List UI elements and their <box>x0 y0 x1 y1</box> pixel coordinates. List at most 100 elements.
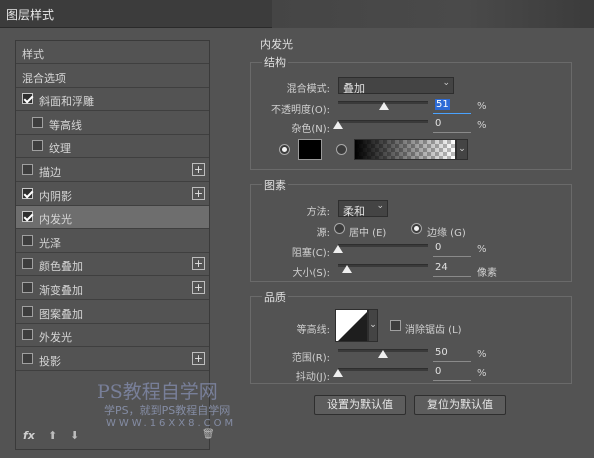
style-list-item[interactable]: 投影 + <box>16 348 209 371</box>
noise-input[interactable]: 0 <box>433 118 471 133</box>
style-list-item-label: 颜色叠加 <box>39 260 83 274</box>
elements-title: 图素 <box>262 177 288 193</box>
style-list-item-label: 描边 <box>39 166 61 179</box>
range-label: 范围(R): <box>291 353 330 364</box>
style-list-item[interactable]: 外发光 <box>16 324 209 348</box>
style-checkbox[interactable] <box>22 211 33 223</box>
jitter-label: 抖动(J): <box>295 372 330 383</box>
style-list-item-label: 内阴影 <box>39 189 72 203</box>
gradient-dropdown-chevron-icon[interactable]: ⌄ <box>456 139 468 160</box>
structure-title: 结构 <box>262 54 288 70</box>
contour-preview[interactable] <box>335 309 368 342</box>
style-list-item-label: 投影 <box>39 354 61 368</box>
set-default-button[interactable]: 设置为默认值 <box>314 395 406 415</box>
style-checkbox[interactable] <box>22 258 33 270</box>
style-list-item-label: 样式 <box>22 48 44 61</box>
jitter-unit: % <box>477 368 487 379</box>
jitter-input[interactable]: 0 <box>433 366 471 381</box>
add-effect-plus-icon[interactable]: + <box>192 281 205 294</box>
source-center-radio[interactable] <box>334 223 345 234</box>
size-slider-thumb[interactable] <box>342 265 352 273</box>
style-checkbox[interactable] <box>22 187 33 199</box>
style-list-item-label: 内发光 <box>39 213 72 227</box>
title-bar-background <box>272 0 594 28</box>
watermark-subtitle: 学PS，就到PS教程自学网 <box>104 404 231 417</box>
style-list-item[interactable]: 颜色叠加 + <box>16 253 209 277</box>
trash-icon[interactable]: 🗑 <box>202 429 215 440</box>
opacity-input[interactable]: 51 <box>433 99 471 114</box>
style-checkbox[interactable] <box>22 164 33 175</box>
method-label: 方法: <box>306 207 330 218</box>
source-center-label: 居中 (E) <box>349 228 387 239</box>
move-down-icon[interactable]: ⬇ <box>70 429 79 442</box>
style-list-item-label: 光泽 <box>39 236 61 250</box>
reset-default-button[interactable]: 复位为默认值 <box>414 395 506 415</box>
opacity-unit: % <box>477 101 487 112</box>
style-checkbox[interactable] <box>22 234 33 246</box>
blend-mode-value: 叠加 <box>343 82 365 95</box>
choke-unit: % <box>477 244 487 255</box>
quality-title: 品质 <box>262 289 288 305</box>
noise-slider-thumb[interactable] <box>333 121 343 129</box>
glow-color-swatch[interactable] <box>298 139 322 160</box>
fx-icon[interactable]: fx <box>23 429 35 442</box>
style-checkbox[interactable] <box>22 282 33 293</box>
style-list-item[interactable]: 图案叠加 <box>16 301 209 324</box>
choke-slider-thumb[interactable] <box>333 245 343 253</box>
range-input[interactable]: 50 <box>433 347 471 362</box>
style-checkbox[interactable] <box>32 140 43 152</box>
jitter-slider[interactable] <box>338 368 428 371</box>
source-edge-radio[interactable] <box>411 223 422 234</box>
choke-input[interactable]: 0 <box>433 242 471 257</box>
style-list-item[interactable]: 光泽 <box>16 230 209 253</box>
style-list-item[interactable]: 渐变叠加 + <box>16 277 209 300</box>
style-checkbox[interactable] <box>22 352 33 364</box>
style-list-item-label: 等高线 <box>49 118 82 132</box>
style-checkbox[interactable] <box>22 329 33 341</box>
contour-curve-icon <box>338 312 367 341</box>
add-effect-plus-icon[interactable]: + <box>192 186 205 200</box>
style-list-item[interactable]: 样式 <box>16 41 209 64</box>
chevron-down-icon: ⌄ <box>376 201 384 211</box>
blend-mode-label: 混合模式: <box>286 84 330 95</box>
style-list-item-label: 混合选项 <box>22 71 66 85</box>
style-list-item[interactable]: 纹理 <box>16 135 209 159</box>
style-list-item[interactable]: 斜面和浮雕 <box>16 88 209 112</box>
gradient-radio[interactable] <box>336 144 347 155</box>
noise-unit: % <box>477 120 487 131</box>
style-list-item[interactable]: 等高线 <box>16 112 209 135</box>
source-edge-label: 边缘 (G) <box>427 228 466 239</box>
source-label: 源: <box>316 228 330 239</box>
style-checkbox[interactable] <box>32 116 43 128</box>
add-effect-plus-icon[interactable]: + <box>192 257 205 271</box>
jitter-slider-thumb[interactable] <box>333 369 343 377</box>
style-list-item[interactable]: 混合选项 <box>16 65 209 88</box>
gradient-preview[interactable] <box>354 139 456 160</box>
style-checkbox[interactable] <box>22 305 33 317</box>
method-dropdown[interactable]: 柔和 ⌄ <box>338 200 388 218</box>
noise-slider[interactable] <box>338 120 428 123</box>
style-list-item[interactable]: 内发光 <box>16 206 209 230</box>
contour-dropdown-chevron-icon[interactable]: ⌄ <box>368 309 378 342</box>
style-list-item[interactable]: 内阴影 + <box>16 183 209 206</box>
move-up-icon[interactable]: ⬆ <box>48 429 57 442</box>
section-heading-inner-glow: 内发光 <box>258 36 295 52</box>
size-unit: 像素 <box>477 268 497 279</box>
noise-label: 杂色(N): <box>291 124 330 135</box>
style-checkbox[interactable] <box>22 93 33 105</box>
blend-mode-dropdown[interactable]: 叠加 ⌄ <box>338 77 454 95</box>
add-effect-plus-icon[interactable]: + <box>192 163 205 176</box>
size-input[interactable]: 24 <box>433 262 471 277</box>
color-radio[interactable] <box>279 144 290 155</box>
range-slider-thumb[interactable] <box>378 350 388 358</box>
choke-slider[interactable] <box>338 244 428 247</box>
contour-label: 等高线: <box>296 325 330 336</box>
opacity-slider-thumb[interactable] <box>378 102 389 110</box>
antialias-checkbox[interactable] <box>390 320 401 331</box>
range-unit: % <box>477 349 487 360</box>
size-label: 大小(S): <box>292 268 330 279</box>
opacity-label: 不透明度(O): <box>270 105 330 116</box>
add-effect-plus-icon[interactable]: + <box>192 351 205 365</box>
method-value: 柔和 <box>343 205 365 218</box>
style-list-item[interactable]: 描边 + <box>16 159 209 182</box>
